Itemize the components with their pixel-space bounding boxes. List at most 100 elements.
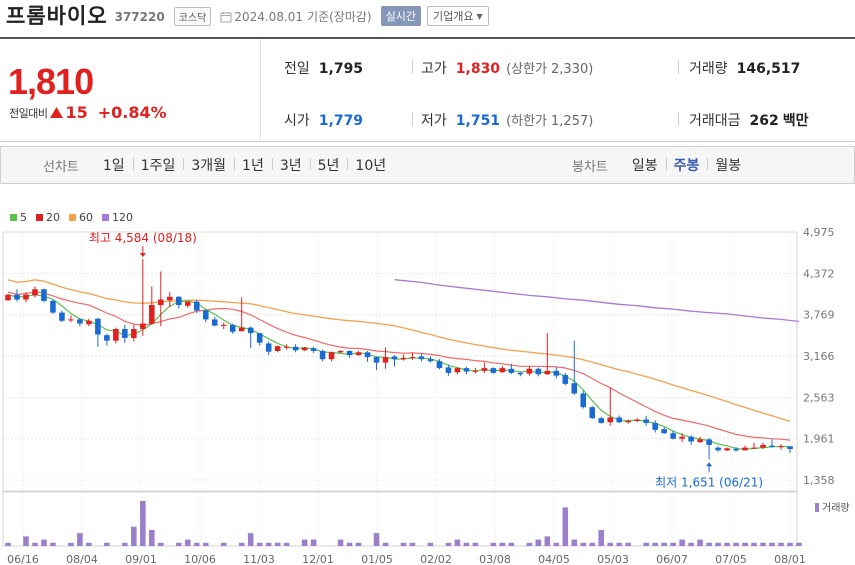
volume-bar bbox=[247, 533, 254, 546]
candle-body bbox=[14, 294, 20, 300]
x-tick-label: 01/05 bbox=[361, 553, 393, 565]
stat-divider bbox=[678, 60, 679, 74]
stat-label: 고가 bbox=[421, 61, 447, 77]
tab-monthly[interactable]: 월봉 bbox=[707, 155, 749, 175]
stock-name: 프롬바이오 bbox=[6, 4, 108, 28]
volume-bar bbox=[346, 542, 353, 546]
legend-ma120: 120 bbox=[102, 211, 133, 224]
volume-bar bbox=[562, 507, 569, 546]
stock-code: 377220 bbox=[114, 10, 165, 24]
y-tick-label: 4,975 bbox=[803, 226, 835, 239]
volume-bar bbox=[508, 542, 515, 546]
lower-limit-label: (하한가 bbox=[506, 114, 548, 129]
candle-body bbox=[571, 383, 578, 394]
tab-1w[interactable]: 1주일 bbox=[132, 155, 184, 175]
upper-limit-value: 2,330) bbox=[551, 62, 594, 77]
realtime-button[interactable]: 실시간 bbox=[380, 6, 421, 26]
volume-bar bbox=[265, 542, 272, 546]
candle-body bbox=[68, 319, 74, 321]
volume-bar bbox=[571, 539, 578, 546]
upper-limit-label: (상한가 bbox=[506, 62, 548, 77]
volume-bar bbox=[778, 542, 784, 546]
volume-bar bbox=[310, 539, 317, 546]
y-tick-label: 3,166 bbox=[803, 350, 835, 363]
stat-value: 1,795 bbox=[318, 61, 364, 77]
price-plot-frame bbox=[2, 231, 798, 492]
volume-bar bbox=[158, 542, 164, 546]
volume-bar bbox=[787, 542, 793, 546]
change-amount: 15 bbox=[65, 103, 88, 122]
candle-body bbox=[742, 447, 748, 451]
candle-body bbox=[481, 368, 488, 371]
legend-label: 5 bbox=[20, 211, 27, 224]
volume-bar bbox=[607, 542, 614, 546]
market-badge: 코스닥 bbox=[173, 6, 212, 26]
x-tick-label: 06/07 bbox=[656, 553, 688, 565]
candle-body bbox=[580, 393, 587, 408]
x-tick-label: 09/01 bbox=[125, 553, 157, 565]
volume-bar bbox=[382, 542, 389, 546]
candle-body bbox=[265, 343, 272, 352]
volume-bar bbox=[661, 542, 667, 546]
candle-body bbox=[229, 324, 236, 332]
candle-body bbox=[625, 420, 631, 423]
volume-bar bbox=[274, 542, 281, 546]
stat-open: 시가 1,779 bbox=[284, 110, 363, 130]
tab-5y[interactable]: 5년 bbox=[309, 155, 348, 175]
candle-body bbox=[769, 445, 775, 447]
candle-body bbox=[499, 368, 506, 373]
max-arrow-head bbox=[139, 253, 146, 258]
candle-body bbox=[436, 361, 443, 369]
legend-swatch bbox=[10, 214, 17, 221]
volume-bar bbox=[409, 542, 416, 546]
tab-3m[interactable]: 3개월 bbox=[183, 155, 234, 175]
tab-weekly[interactable]: 주봉 bbox=[665, 155, 708, 175]
price-change: 전일대비 15 +0.84% bbox=[9, 103, 167, 122]
tab-daily[interactable]: 일봉 bbox=[624, 155, 666, 175]
x-tick-label: 04/05 bbox=[538, 553, 570, 565]
volume-bar bbox=[355, 542, 362, 546]
candle-body bbox=[598, 418, 605, 423]
min-price-annotation: 최저 1,651 (06/21) bbox=[655, 475, 763, 489]
stat-value: 1,830 bbox=[455, 61, 501, 77]
candle-body bbox=[391, 356, 398, 360]
volume-bar bbox=[202, 542, 209, 546]
y-tick-label: 4,372 bbox=[803, 267, 835, 280]
stat-divider bbox=[678, 112, 679, 126]
candle-body bbox=[149, 305, 155, 324]
candle-body bbox=[140, 323, 146, 330]
candle-body bbox=[409, 357, 416, 359]
candle-body bbox=[634, 419, 640, 421]
stat-label: 시가 bbox=[284, 113, 310, 129]
company-overview-label: 기업개요 bbox=[433, 10, 474, 23]
stat-value: 262 bbox=[749, 113, 779, 129]
candle-body bbox=[724, 448, 730, 451]
stat-value: 1,779 bbox=[318, 113, 364, 129]
tab-1y[interactable]: 1년 bbox=[234, 155, 272, 175]
candle-body bbox=[346, 350, 353, 356]
y-tick-label: 1,961 bbox=[803, 433, 835, 446]
candle-body bbox=[517, 372, 524, 375]
candle-body bbox=[589, 407, 596, 419]
legend-ma60: 60 bbox=[69, 211, 93, 224]
stat-high: 고가 1,830 (상한가 2,330) bbox=[421, 58, 593, 78]
volume-bar bbox=[553, 542, 560, 546]
candle-body bbox=[427, 359, 434, 362]
company-overview-button[interactable]: 기업개요 ▼ bbox=[427, 6, 489, 26]
stat-volume: 거래량 146,517 bbox=[689, 58, 800, 78]
volume-bar bbox=[32, 542, 38, 546]
tab-1d[interactable]: 1일 bbox=[95, 155, 133, 175]
x-tick-label: 08/04 bbox=[66, 553, 98, 565]
tab-10y[interactable]: 10년 bbox=[347, 155, 394, 175]
volume-bar bbox=[373, 533, 380, 546]
x-tick-label: 05/03 bbox=[597, 553, 629, 565]
candle-body bbox=[184, 301, 191, 306]
candle-body bbox=[86, 320, 92, 325]
volume-bar bbox=[796, 542, 802, 546]
legend-swatch bbox=[36, 214, 43, 221]
legend-ma20: 20 bbox=[36, 211, 60, 224]
stat-label: 전일 bbox=[284, 61, 310, 77]
tab-3y[interactable]: 3년 bbox=[271, 155, 310, 175]
candle-body bbox=[463, 368, 470, 372]
candle-body bbox=[508, 368, 515, 373]
